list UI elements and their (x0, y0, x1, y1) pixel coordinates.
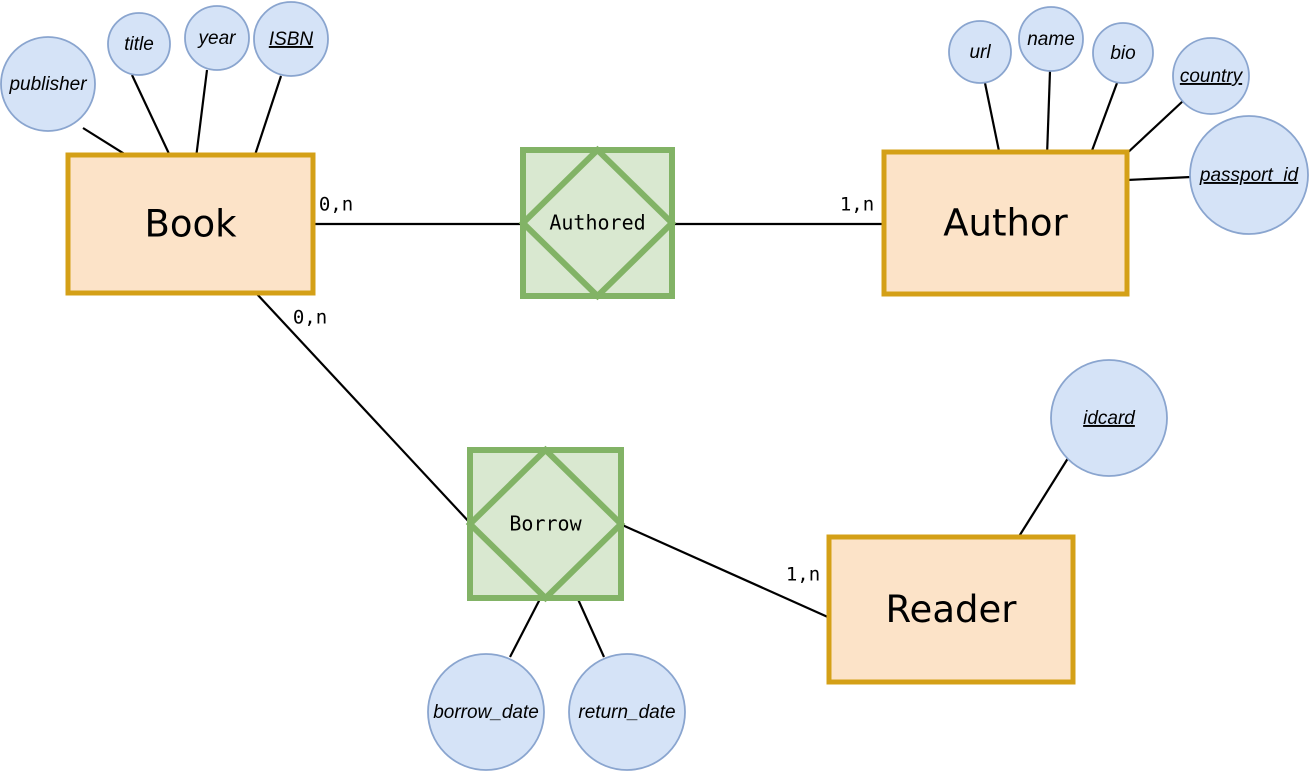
attribute-line-title (131, 74, 172, 159)
attribute-label-bio: bio (1110, 43, 1135, 64)
relationship-label-borrow: Borrow (509, 512, 582, 536)
attribute-label-return_date: return_date (578, 702, 675, 723)
attribute-line-url (983, 82, 1002, 157)
attribute-label-publisher: publisher (8, 74, 87, 95)
attribute-line-name (1045, 70, 1052, 157)
attribute-line-passport_id (1126, 175, 1192, 182)
attribute-label-isbn: ISBN (269, 29, 314, 50)
entity-label-reader: Reader (886, 588, 1018, 631)
attribute-label-name: name (1027, 29, 1075, 50)
cardinality-label-book-borrow: 0,n (293, 307, 327, 329)
relationship-label-authored: Authored (549, 211, 645, 235)
attribute-line-borrow_date (509, 596, 542, 658)
attribute-line-year (194, 69, 209, 159)
attribute-label-idcard: idcard (1083, 408, 1136, 429)
entity-label-author: Author (943, 202, 1068, 245)
cardinality-label-borrow-reader: 1,n (786, 564, 820, 586)
attribute-label-borrow_date: borrow_date (433, 702, 539, 723)
attribute-label-year: year (197, 28, 237, 49)
attribute-label-url: url (969, 42, 991, 63)
attribute-label-passport_id: passport_id (1199, 165, 1300, 186)
attribute-label-title: title (124, 34, 154, 55)
attribute-line-idcard (1017, 454, 1071, 539)
entity-label-book: Book (144, 203, 237, 246)
cardinality-label-book-authored: 0,n (319, 194, 353, 216)
attribute-shapes-layer (0, 1, 1309, 771)
attribute-line-return_date (575, 596, 606, 658)
attribute-label-country: country (1180, 66, 1244, 87)
attribute-line-bio (1088, 82, 1119, 157)
cardinality-label-authored-author: 1,n (840, 194, 874, 216)
connection-line-book-borrow (255, 292, 472, 525)
er-diagram-canvas: 0,n 1,n 0,n 1,n Authored Borrow Book Author Read… (0, 0, 1310, 772)
er-diagram-svg: 0,n 1,n 0,n 1,n Authored Borrow Book Author Read… (0, 1, 1309, 771)
attribute-line-country (1123, 100, 1184, 157)
attribute-line-isbn (252, 75, 283, 159)
